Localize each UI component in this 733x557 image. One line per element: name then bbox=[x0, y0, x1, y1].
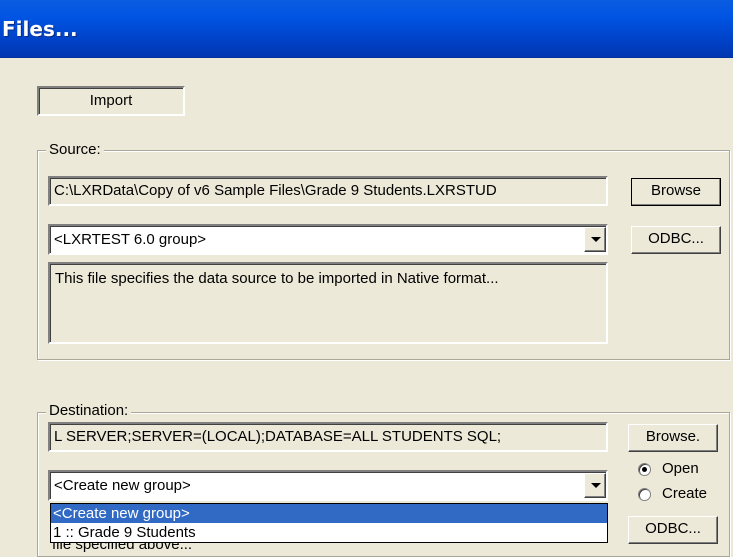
window-title: Files... bbox=[2, 17, 78, 41]
destination-odbc-button[interactable]: ODBC... bbox=[628, 516, 718, 544]
radio-create[interactable] bbox=[638, 488, 651, 501]
dropdown-option-create-new-group[interactable]: <Create new group> bbox=[51, 504, 607, 523]
import-button[interactable]: Import bbox=[37, 86, 185, 116]
destination-connection-text: L SERVER;SERVER=(LOCAL);DATABASE=ALL STU… bbox=[54, 428, 502, 445]
destination-group-select-arrow[interactable] bbox=[584, 473, 606, 498]
source-odbc-button[interactable]: ODBC... bbox=[631, 226, 721, 254]
source-browse-label: Browse bbox=[650, 182, 702, 199]
destination-odbc-label: ODBC... bbox=[645, 520, 701, 537]
source-browse-button[interactable]: Browse bbox=[631, 178, 721, 206]
source-description-box: This file specifies the data source to b… bbox=[48, 262, 608, 344]
title-bar: Files... bbox=[0, 0, 733, 58]
destination-browse-button[interactable]: Browse. bbox=[628, 424, 718, 452]
destination-group-select-value: <Create new group> bbox=[54, 477, 191, 494]
destination-connection-field[interactable]: L SERVER;SERVER=(LOCAL);DATABASE=ALL STU… bbox=[48, 422, 608, 452]
source-file-path-field[interactable]: C:\LXRData\Copy of v6 Sample Files\Grade… bbox=[48, 176, 608, 206]
source-group-select-arrow[interactable] bbox=[584, 227, 606, 252]
source-description-text: This file specifies the data source to b… bbox=[55, 270, 499, 287]
source-group-label: Source: bbox=[46, 141, 104, 158]
radio-open-label[interactable]: Open bbox=[662, 460, 699, 477]
source-odbc-label: ODBC... bbox=[648, 230, 704, 247]
destination-group-label: Destination: bbox=[46, 402, 132, 419]
destination-group-select[interactable]: <Create new group> bbox=[48, 470, 608, 501]
chevron-down-icon bbox=[591, 237, 601, 242]
radio-create-label[interactable]: Create bbox=[662, 485, 707, 502]
destination-browse-label: Browse. bbox=[645, 428, 701, 445]
source-file-path-text: C:\LXRData\Copy of v6 Sample Files\Grade… bbox=[54, 182, 497, 199]
radio-open-selected-dot bbox=[642, 467, 647, 472]
chevron-down-icon bbox=[591, 483, 601, 488]
source-group-select[interactable]: <LXRTEST 6.0 group> bbox=[48, 224, 608, 255]
destination-group-dropdown-list: <Create new group> 1 :: Grade 9 Students bbox=[50, 503, 608, 543]
import-button-label: Import bbox=[89, 92, 133, 109]
radio-open[interactable] bbox=[638, 463, 651, 476]
source-group-select-value: <LXRTEST 6.0 group> bbox=[54, 231, 207, 248]
dropdown-option-grade-9-students[interactable]: 1 :: Grade 9 Students bbox=[51, 523, 607, 542]
